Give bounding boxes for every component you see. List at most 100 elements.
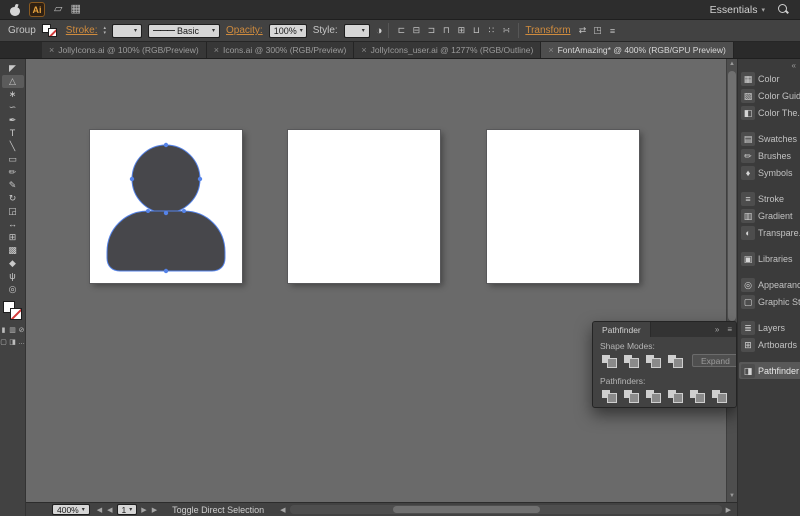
opacity-field[interactable]: 100% ▾	[268, 23, 307, 38]
close-icon[interactable]: ×	[361, 45, 366, 55]
outline-button[interactable]	[688, 388, 706, 403]
avatar-head-shape[interactable]	[131, 144, 201, 214]
panel-menu-icon[interactable]: ≡	[723, 325, 736, 334]
panel-stroke[interactable]: ≡ Stroke	[739, 190, 800, 207]
anchor-point[interactable]	[163, 210, 169, 216]
panel-swatches[interactable]: ▤ Swatches	[739, 130, 800, 147]
shape-builder-tool[interactable]: ⊞	[2, 231, 24, 244]
none-button[interactable]: ⊘	[18, 326, 26, 336]
zoom-level-select[interactable]: 400% ▾	[52, 504, 90, 515]
horizontal-scroll-track[interactable]	[289, 505, 722, 514]
collapse-panel-icon[interactable]: »	[711, 325, 723, 334]
scale-tool[interactable]: ◲	[2, 205, 24, 218]
rectangle-tool[interactable]: ▭	[2, 153, 24, 166]
stroke-color-swatch[interactable]	[47, 28, 57, 37]
exclude-button[interactable]	[666, 353, 684, 368]
paintbrush-tool[interactable]: ✏	[2, 166, 24, 179]
stroke-panel-link[interactable]: Stroke:	[66, 25, 98, 36]
panel-menu-icon[interactable]: ≡	[607, 26, 619, 36]
zoom-tool[interactable]: ◎	[2, 283, 24, 296]
artboard-3[interactable]	[487, 130, 639, 283]
screen-mode-button[interactable]: ◨	[9, 338, 17, 348]
panel-brushes[interactable]: ✏ Brushes	[739, 147, 800, 164]
horizontal-scrollbar[interactable]: ◀ ▶	[278, 505, 733, 514]
minus-front-button[interactable]	[622, 353, 640, 368]
magic-wand-tool[interactable]: ∗	[2, 88, 24, 101]
stroke-weight-field[interactable]: ▾	[112, 23, 142, 38]
panel-pathfinder[interactable]: ◨ Pathfinder	[739, 362, 800, 379]
document-tab[interactable]: × JollyIcons_user.ai @ 1277% (RGB/Outlin…	[354, 42, 542, 58]
stroke-swatch[interactable]	[9, 308, 22, 320]
workspace-switcher[interactable]: Essentials ▾	[710, 4, 765, 16]
close-icon[interactable]: ×	[214, 45, 219, 55]
stroke-weight-steppers[interactable]: ▴ ▾	[103, 25, 106, 36]
expand-button[interactable]: Expand	[692, 354, 736, 367]
hand-tool[interactable]: ψ	[2, 270, 24, 283]
distribute-vertical-icon[interactable]: ∺	[500, 25, 512, 36]
panel-layers[interactable]: ≣ Layers	[739, 319, 800, 336]
artboard-2[interactable]	[288, 130, 440, 283]
line-segment-tool[interactable]: ╲	[2, 140, 24, 153]
panel-color[interactable]: ▦ Color	[739, 70, 800, 87]
canvas[interactable]: Pathfinder » ≡ Shape Modes: Expand Pathf…	[26, 59, 737, 502]
minus-back-button[interactable]	[710, 388, 728, 403]
crop-button[interactable]	[666, 388, 684, 403]
type-tool[interactable]: T	[2, 127, 24, 140]
opacity-panel-link[interactable]: Opacity:	[226, 25, 263, 36]
collapse-dock-button[interactable]: «	[792, 61, 796, 70]
vertical-scrollbar[interactable]: ▲ ▼	[726, 59, 737, 502]
transform-panel-link[interactable]: Transform	[525, 25, 570, 36]
scroll-up-button[interactable]: ▲	[727, 59, 737, 70]
document-tab[interactable]: × JollyIcons.ai @ 100% (RGB/Preview)	[42, 42, 207, 58]
gradient-tool[interactable]: ▩	[2, 244, 24, 257]
intersect-button[interactable]	[644, 353, 662, 368]
style-select[interactable]: ▾	[343, 23, 370, 38]
document-tab[interactable]: × FontAmazing* @ 400% (RGB/GPU Preview)	[541, 42, 734, 58]
color-button[interactable]: ▮	[0, 326, 8, 336]
merge-button[interactable]	[644, 388, 662, 403]
divide-button[interactable]	[600, 388, 618, 403]
panel-transparency[interactable]: ◐ Transpare...	[739, 224, 800, 241]
arrange-documents-icon[interactable]: ▦	[70, 2, 80, 17]
align-left-icon[interactable]: ⊏	[395, 25, 407, 36]
panel-color-guide[interactable]: ▧ Color Guide	[739, 87, 800, 104]
selection-tool[interactable]: ◤	[2, 62, 24, 75]
draw-mode-button[interactable]: ▢	[0, 338, 8, 348]
first-artboard-button[interactable]: ◀	[96, 506, 103, 514]
close-icon[interactable]: ×	[548, 45, 553, 55]
scroll-right-button[interactable]: ▶	[724, 506, 733, 514]
direct-selection-tool[interactable]: △	[1, 75, 24, 88]
search-icon[interactable]	[778, 3, 790, 16]
document-tab[interactable]: × Icons.ai @ 300% (RGB/Preview)	[206, 42, 355, 58]
shuffle-icon[interactable]: ⇄	[577, 25, 589, 36]
bridge-icon[interactable]: ▱	[54, 2, 62, 17]
close-icon[interactable]: ×	[49, 45, 54, 55]
anchor-point[interactable]	[146, 209, 150, 213]
gradient-button[interactable]: ▥	[9, 326, 17, 336]
stepper-down-icon[interactable]: ▾	[103, 30, 106, 36]
vertical-scroll-thumb[interactable]	[728, 71, 736, 321]
panel-color-themes[interactable]: ◧ Color The...	[739, 104, 800, 121]
pen-tool[interactable]: ✒	[2, 114, 24, 127]
panel-symbols[interactable]: ♦ Symbols	[739, 164, 800, 181]
align-middle-icon[interactable]: ⊞	[455, 25, 467, 36]
scroll-down-button[interactable]: ▼	[727, 491, 737, 502]
eyedropper-tool[interactable]: ◆	[2, 257, 24, 270]
artboard-1[interactable]	[90, 130, 242, 283]
anchor-point[interactable]	[163, 268, 169, 274]
next-artboard-button[interactable]: ▶	[140, 506, 147, 514]
isolate-icon[interactable]: ◳	[592, 25, 604, 36]
panel-graphic-styles[interactable]: ▢ Graphic St...	[739, 293, 800, 310]
panel-artboards[interactable]: ⊞ Artboards	[739, 336, 800, 353]
pencil-tool[interactable]: ✎	[2, 179, 24, 192]
align-right-icon[interactable]: ⊐	[425, 25, 437, 36]
anchor-point[interactable]	[129, 176, 135, 182]
distribute-horizontal-icon[interactable]: ∷	[485, 25, 497, 36]
pathfinder-panel-tab[interactable]: Pathfinder	[593, 322, 651, 337]
panel-gradient[interactable]: ▥ Gradient	[739, 207, 800, 224]
align-center-icon[interactable]: ⊟	[410, 25, 422, 36]
panel-libraries[interactable]: ▣ Libraries	[739, 250, 800, 267]
rotate-tool[interactable]: ↻	[2, 192, 24, 205]
anchor-point[interactable]	[163, 142, 169, 148]
previous-artboard-button[interactable]: ◀	[106, 506, 113, 514]
